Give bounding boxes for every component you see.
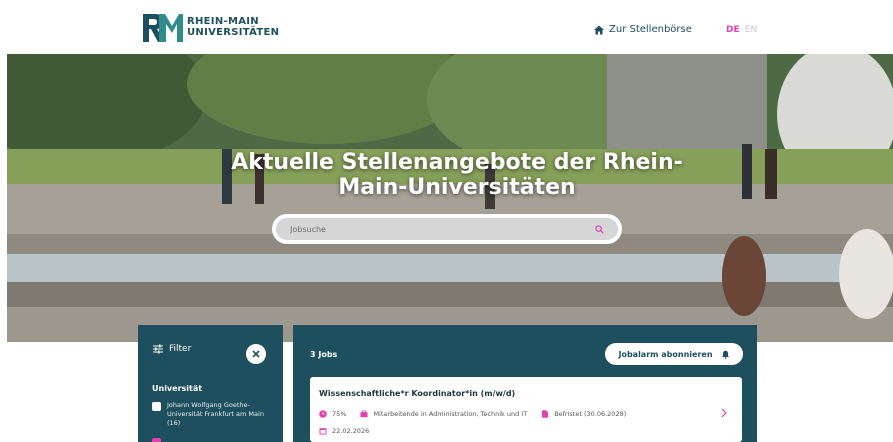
hero-banner: Aktuelle Stellenangebote der Rhein-Main-… [7,54,893,342]
filter-close-button[interactable] [246,344,266,364]
job-category: Mitarbeitende in Administration, Technik… [360,410,527,418]
calendar-icon [319,428,327,435]
job-title[interactable]: Wissenschaftliche*r Koordinator*in (m/w/… [319,389,515,398]
jobalarm-button-label: Jobalarm abonnieren [618,349,713,359]
lang-de[interactable]: DE [726,25,740,35]
rhein-main-logo[interactable]: RHEIN-MAIN UNIVERSITÄTEN [141,10,279,44]
filter-option-label: Johann Wolfgang Goethe-Universität Frank… [167,401,264,427]
job-search-input[interactable] [290,224,595,234]
rm-logo-icon [143,14,183,42]
briefcase-icon [360,410,368,418]
language-switcher: DE EN [726,25,757,35]
job-percent-value: 75% [332,410,347,418]
filter-panel: Filter Universität Johann Wolfgang Goeth… [138,325,283,442]
stellenboerse-link-label: Zur Stellenbörse [609,24,692,35]
job-meta: 75% Mitarbeitende in Administration, Tec… [319,410,640,418]
sliders-icon [153,344,163,354]
results-panel: 3 Jobs Jobalarm abonnieren Wissenschaftl… [293,325,757,442]
home-icon [594,25,604,34]
site-header: RHEIN-MAIN UNIVERSITÄTEN Zur Stellenbörs… [0,0,893,54]
results-count: 3 Jobs [310,350,338,359]
filter-label: Filter [169,344,192,354]
filter-header: Filter [152,343,191,355]
job-percent: 75% [319,410,346,418]
job-search-bar [272,214,622,244]
logo-line-1: RHEIN-MAIN [187,16,259,27]
document-icon [542,410,549,418]
chevron-right-icon[interactable] [720,408,728,418]
logo-line-2: UNIVERSITÄTEN [187,27,280,38]
bell-icon [721,350,729,359]
lang-en[interactable]: EN [745,25,757,35]
stellenboerse-link[interactable]: Zur Stellenbörse [594,24,692,35]
job-date-value: 22.02.2026 [332,427,370,435]
job-term: Befristet (30.06.2028) [541,410,626,418]
clock-icon [319,410,327,418]
hero-title: Aktuelle Stellenangebote der Rhein-Main-… [231,150,683,200]
filter-option-goethe[interactable]: Johann Wolfgang Goethe-Universität Frank… [152,401,276,428]
close-icon [252,350,260,358]
filter-checkbox-next[interactable] [152,438,161,442]
job-term-value: Befristet (30.06.2028) [554,410,627,418]
job-date: 22.02.2026 [319,427,369,435]
jobalarm-button[interactable]: Jobalarm abonnieren [605,343,743,365]
filter-group-title: Universität [152,384,203,393]
job-category-value: Mitarbeitende in Administration, Technik… [373,410,528,418]
job-card[interactable]: Wissenschaftliche*r Koordinator*in (m/w/… [310,377,742,442]
search-icon[interactable] [595,224,604,234]
filter-checkbox[interactable] [152,402,161,411]
logo-wordmark: RHEIN-MAIN UNIVERSITÄTEN [187,16,279,38]
